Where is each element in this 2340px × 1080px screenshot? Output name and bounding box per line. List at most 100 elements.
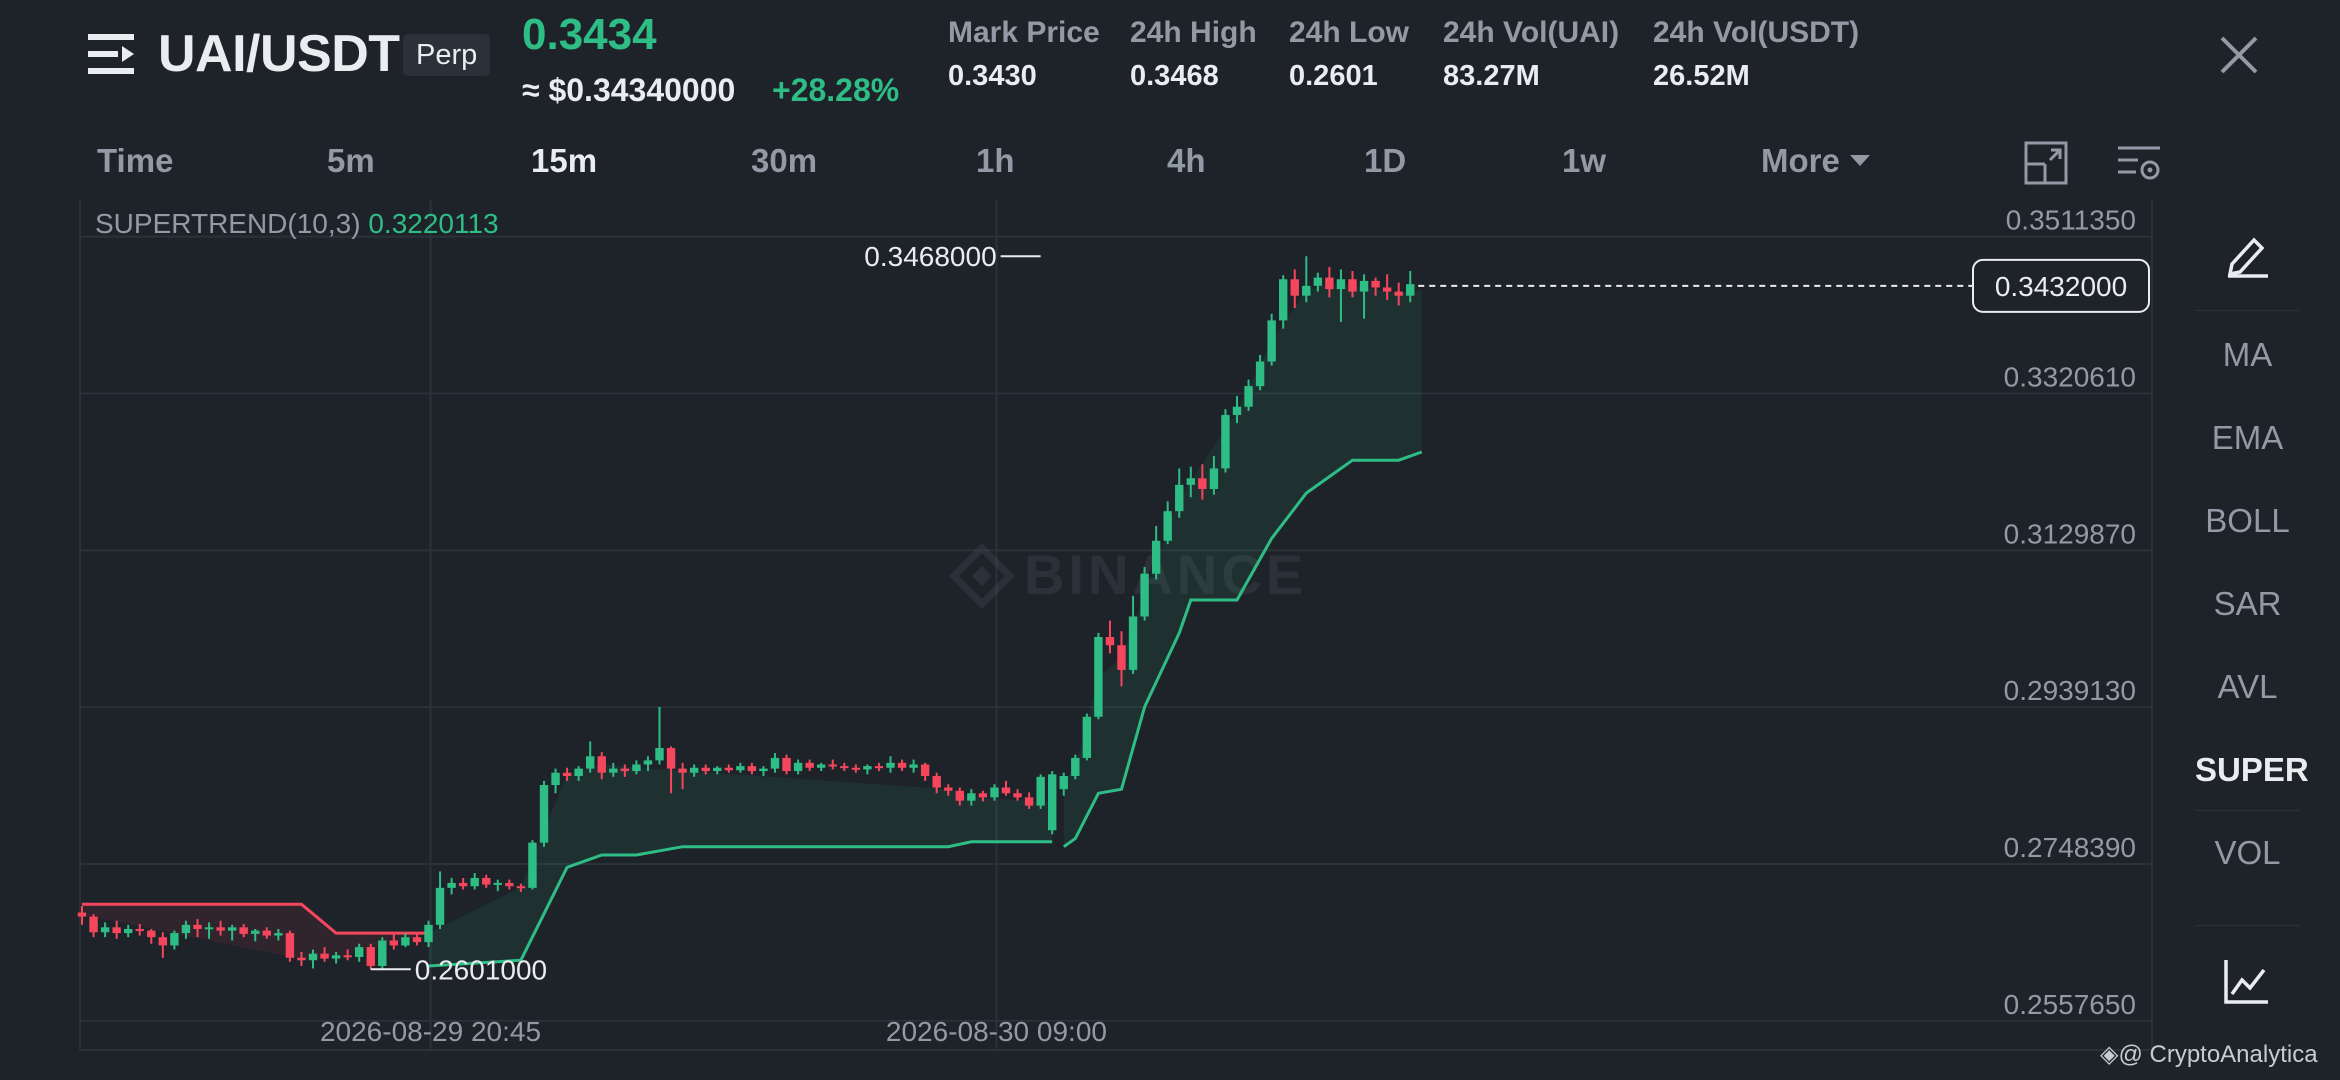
candle-body xyxy=(817,764,826,768)
candle-body xyxy=(851,767,861,770)
candle-body xyxy=(932,776,941,788)
supertrend-value: 0.3220113 xyxy=(368,208,499,239)
candle-body xyxy=(1001,787,1011,794)
candle-body xyxy=(412,937,422,943)
candle-body xyxy=(1151,540,1161,574)
candle-body xyxy=(516,886,526,889)
candle-body xyxy=(262,930,271,936)
candle-body xyxy=(1255,361,1265,387)
candle-body xyxy=(1186,478,1195,485)
candle-body xyxy=(978,793,988,798)
candle-body xyxy=(493,882,502,885)
price-chart[interactable]: BINANCE 0.35113500.33206100.31298700.293… xyxy=(0,0,2340,1080)
candle-body xyxy=(897,762,907,768)
candle-body xyxy=(447,882,456,888)
candle-body xyxy=(840,766,849,769)
candle-body xyxy=(89,916,98,933)
candle-body xyxy=(990,787,999,798)
x-tick-label: 2026-08-30 09:00 xyxy=(886,1016,1107,1047)
candle-body xyxy=(401,937,410,946)
x-tick-label: 2026-08-29 20:45 xyxy=(320,1016,541,1047)
candle-body xyxy=(551,772,560,786)
candle-body xyxy=(828,764,837,767)
candle-body xyxy=(1117,645,1126,670)
candle-body xyxy=(1279,279,1288,321)
candle-body xyxy=(539,785,549,843)
candle-body xyxy=(1036,776,1045,806)
candle-body xyxy=(193,924,202,929)
candle-body xyxy=(135,928,144,931)
candle-body xyxy=(366,947,375,966)
candle-body xyxy=(216,927,225,931)
candle-body xyxy=(170,933,179,946)
y-tick-label: 0.3129870 xyxy=(2004,518,2136,549)
candle-body xyxy=(77,912,87,917)
candle-body xyxy=(1359,280,1369,292)
candle-body xyxy=(597,756,606,773)
supertrend-name: SUPERTREND(10,3) xyxy=(95,208,361,239)
candle-body xyxy=(1348,279,1357,292)
y-tick-label: 0.2748390 xyxy=(2004,832,2136,863)
candle-body xyxy=(955,790,964,801)
candle-body xyxy=(1244,386,1253,407)
candle-body xyxy=(1140,573,1149,617)
candle-body xyxy=(736,766,745,771)
candle-body xyxy=(920,764,930,776)
candle-body xyxy=(805,762,814,768)
candle-body xyxy=(389,940,399,946)
candle-body xyxy=(666,748,676,769)
candle-body xyxy=(1163,511,1172,541)
candle-body xyxy=(1371,280,1380,288)
candle-body xyxy=(274,933,283,936)
candle-body xyxy=(204,927,214,930)
candle-body xyxy=(1290,279,1299,296)
candle-body xyxy=(458,882,468,887)
candle-body xyxy=(251,930,260,934)
candle-body xyxy=(1267,320,1276,362)
candle-body xyxy=(1128,616,1138,670)
candle-body xyxy=(1048,774,1057,831)
candle-body xyxy=(378,940,387,966)
candle-body xyxy=(1198,478,1207,489)
candle-body xyxy=(713,767,722,772)
candle-body xyxy=(747,766,757,772)
candle-body xyxy=(1313,277,1323,286)
candle-body xyxy=(759,768,768,772)
candle-body xyxy=(1336,279,1346,290)
candle-body xyxy=(1406,284,1415,296)
candle-body xyxy=(793,762,803,772)
candle-body xyxy=(239,927,248,934)
candle-body xyxy=(181,924,191,934)
candle-body xyxy=(655,748,664,761)
candle-body xyxy=(1071,757,1080,776)
candle-body xyxy=(505,882,514,887)
candle-body xyxy=(770,757,780,769)
candle-body xyxy=(909,764,918,768)
y-tick-label: 0.3511350 xyxy=(2006,205,2136,236)
candle-body xyxy=(112,927,121,934)
candle-body xyxy=(1082,716,1092,758)
candle-body xyxy=(1059,776,1068,790)
candle-body xyxy=(528,842,537,888)
y-tick-label: 0.2939130 xyxy=(2004,675,2136,706)
candle-body xyxy=(1302,285,1311,296)
candle-body xyxy=(643,760,653,765)
candle-body xyxy=(574,768,583,776)
candle-body xyxy=(331,955,341,959)
candle-body xyxy=(678,768,687,773)
candle-body xyxy=(1013,793,1022,798)
candle-body xyxy=(470,877,479,887)
candle-body xyxy=(482,877,491,885)
candle-body xyxy=(874,766,884,769)
candle-body xyxy=(1394,291,1403,296)
candle-body xyxy=(158,937,168,946)
candle-body xyxy=(689,767,699,773)
low-marker-label: 0.2601000 xyxy=(415,954,547,985)
candle-body xyxy=(1094,637,1103,717)
candle-body xyxy=(586,756,595,769)
candle-body xyxy=(782,757,791,772)
author-watermark: ◈@ CryptoAnalytica xyxy=(2100,1041,2318,1068)
candle-body xyxy=(1024,797,1034,806)
candle-body xyxy=(1232,406,1242,415)
candle-body xyxy=(609,768,618,773)
